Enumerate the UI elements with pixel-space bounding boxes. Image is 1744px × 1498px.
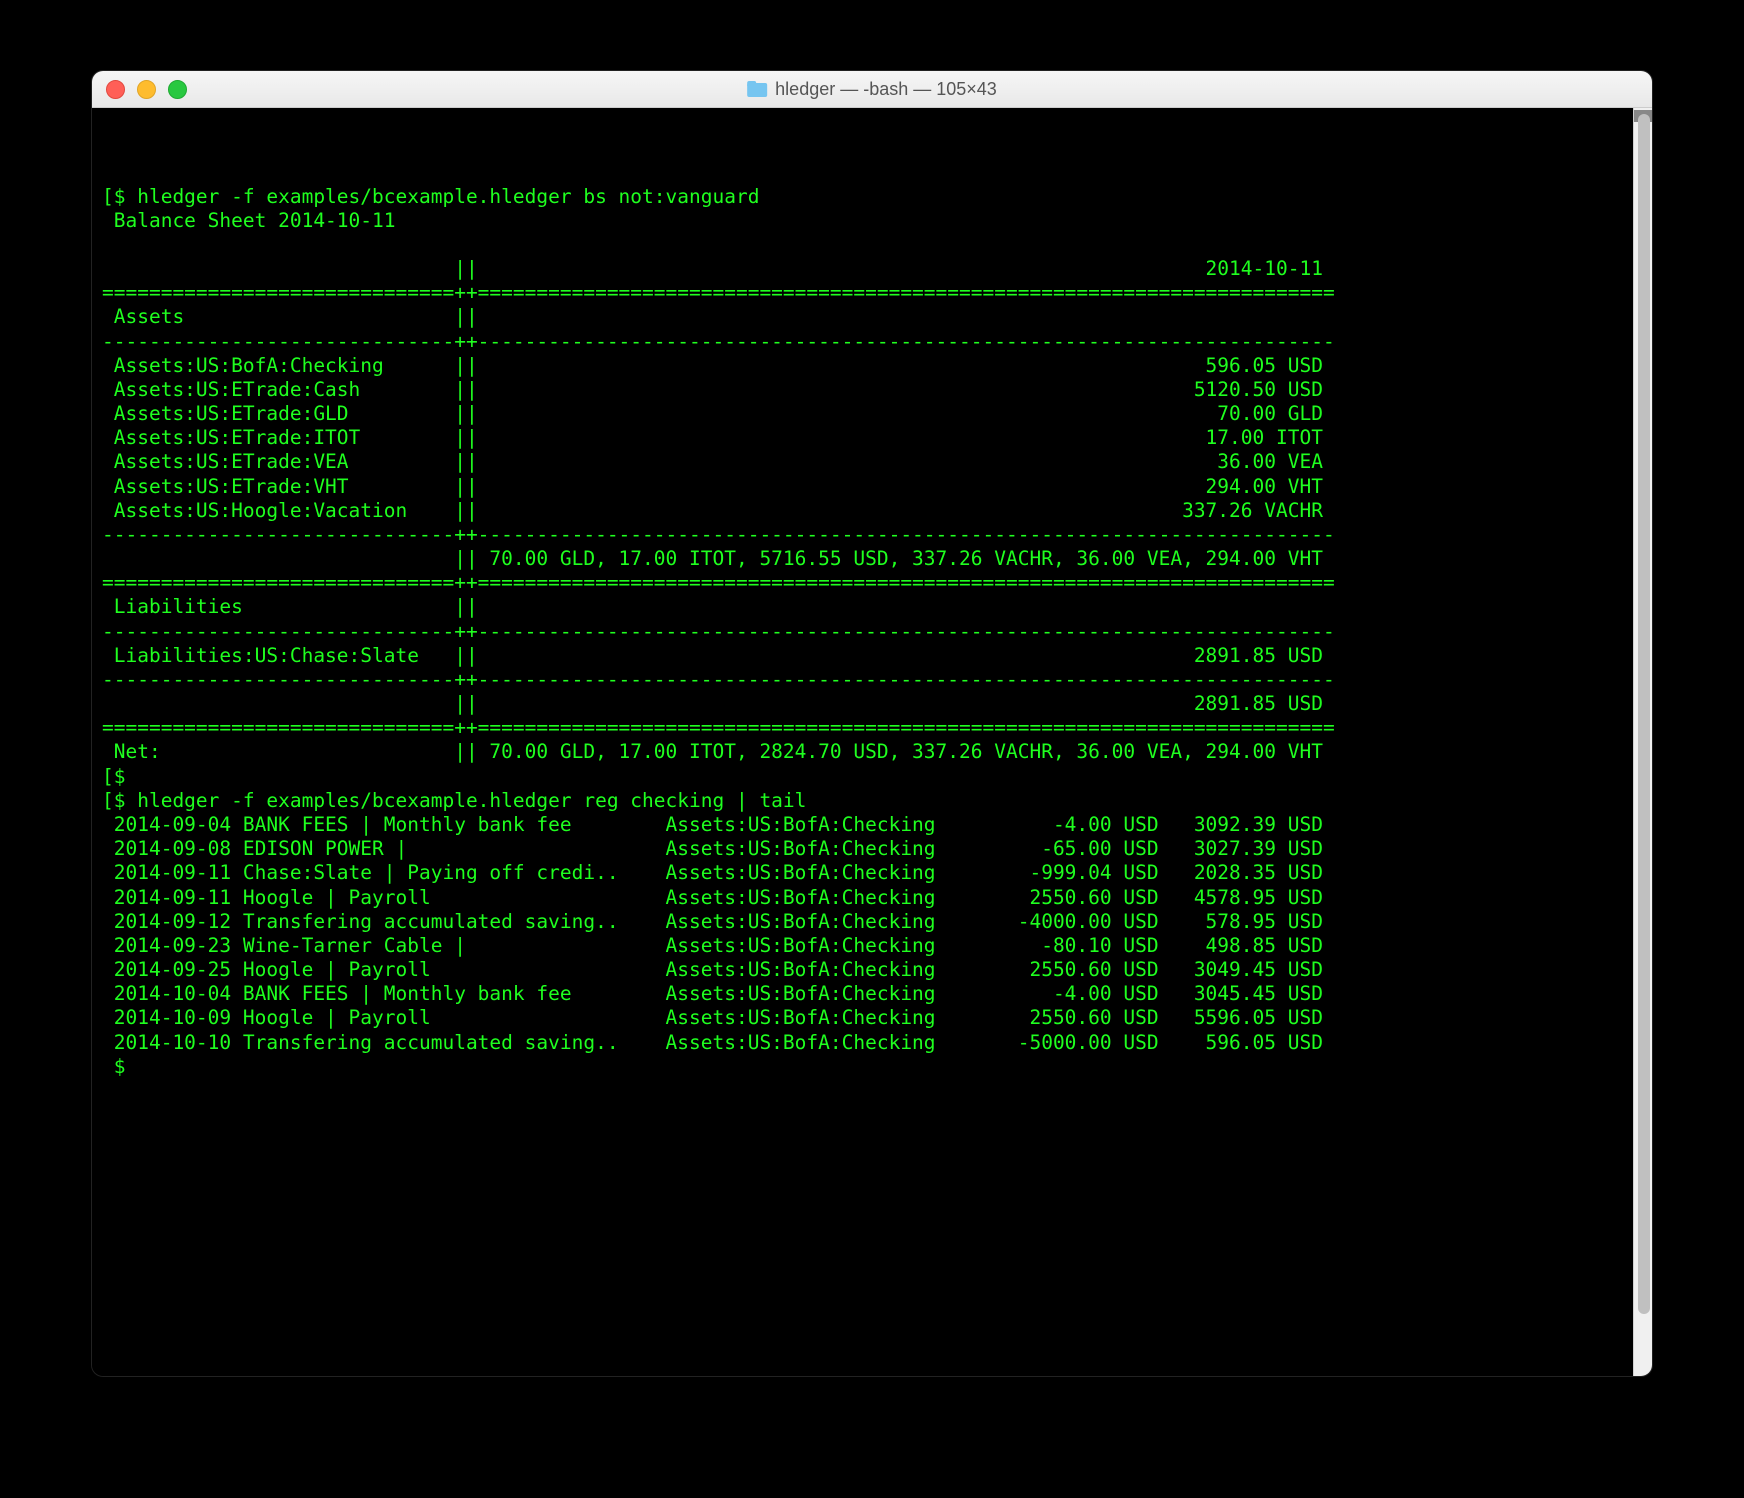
scrollbar-thumb[interactable] xyxy=(1638,114,1650,1314)
minimize-icon[interactable] xyxy=(137,80,156,99)
scrollbar-track[interactable] xyxy=(1633,108,1652,1376)
folder-icon xyxy=(747,81,767,97)
terminal-area[interactable]: [$ hledger -f examples/bcexample.hledger… xyxy=(92,108,1652,1376)
terminal-window: hledger — -bash — 105×43 [$ hledger -f e… xyxy=(91,70,1653,1377)
window-title: hledger — -bash — 105×43 xyxy=(775,79,997,100)
zoom-icon[interactable] xyxy=(168,80,187,99)
traffic-lights xyxy=(106,80,187,99)
titlebar[interactable]: hledger — -bash — 105×43 xyxy=(92,71,1652,108)
terminal-content[interactable]: [$ hledger -f examples/bcexample.hledger… xyxy=(102,185,1646,1079)
window-title-container: hledger — -bash — 105×43 xyxy=(747,79,997,100)
close-icon[interactable] xyxy=(106,80,125,99)
